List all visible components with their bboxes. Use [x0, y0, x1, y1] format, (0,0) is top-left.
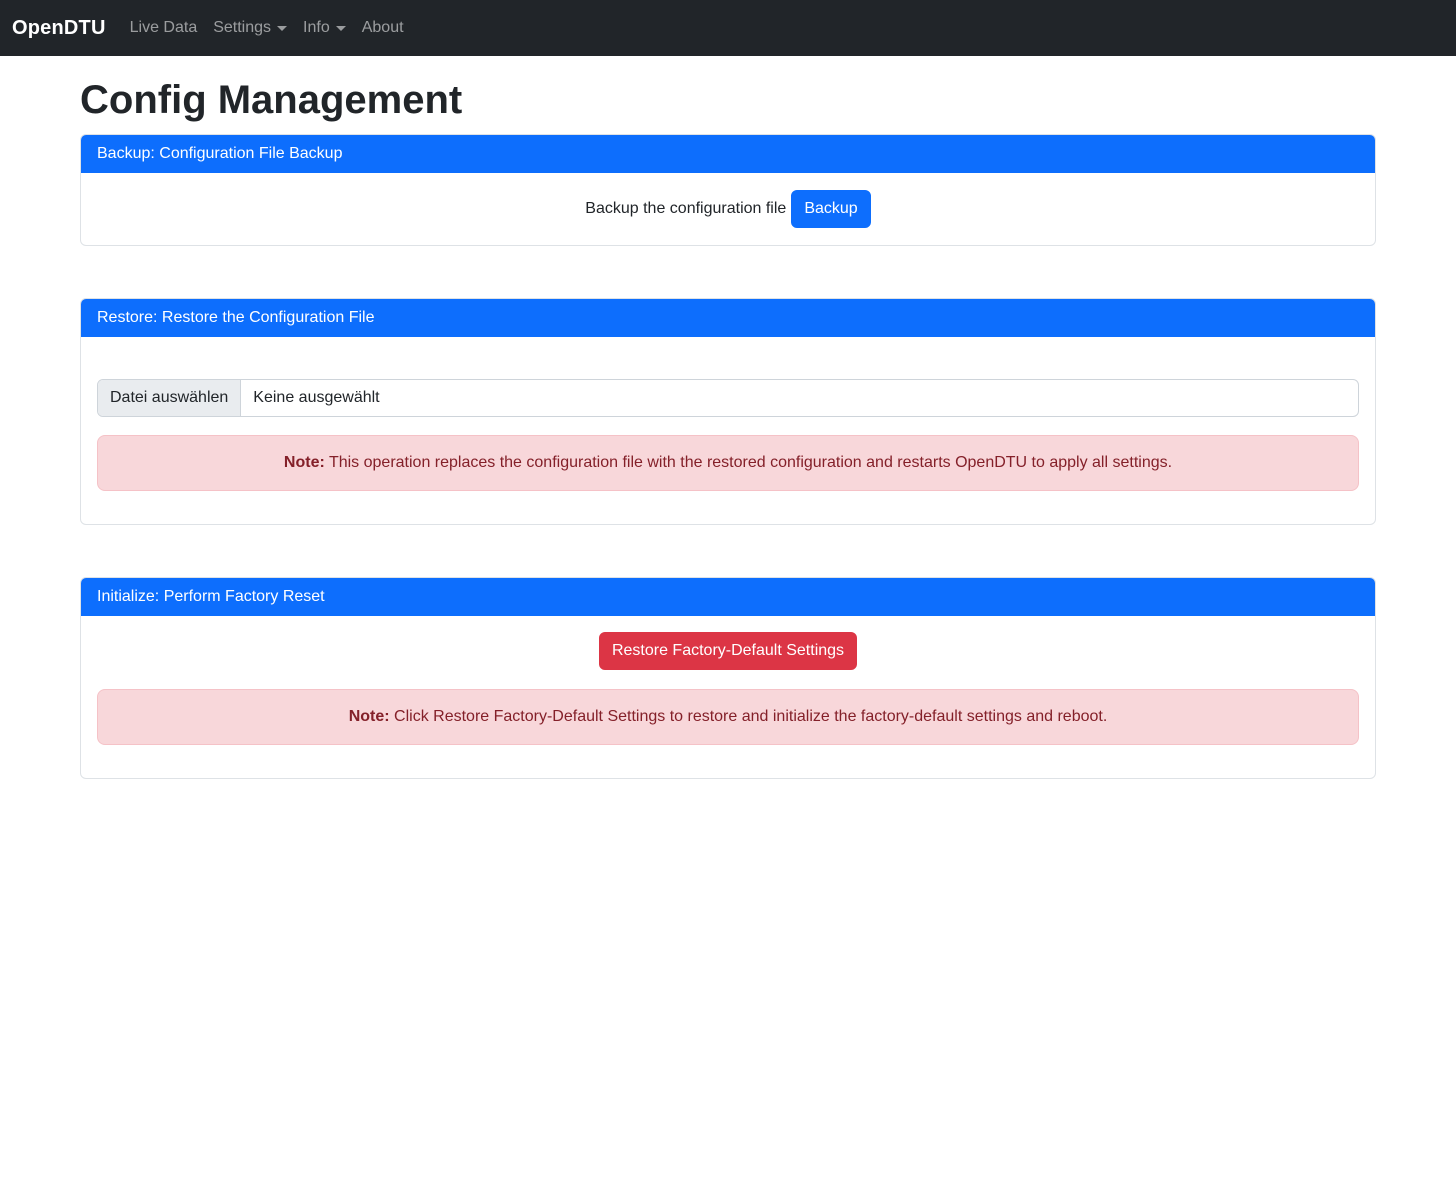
nav-item-label: Settings	[213, 19, 271, 37]
factory-reset-card: Initialize: Perform Factory Reset Restor…	[80, 577, 1376, 779]
restore-file-input[interactable]: Datei auswählen Keine ausgewählt	[97, 379, 1359, 417]
nav-item-label: Live Data	[130, 19, 198, 37]
nav-item-about[interactable]: About	[354, 11, 412, 45]
restore-note-alert: Note: This operation replaces the config…	[97, 435, 1359, 491]
brand-opendtu[interactable]: OpenDTU	[12, 17, 106, 40]
backup-prompt-label: Backup the configuration file	[585, 200, 786, 218]
chevron-down-icon	[277, 26, 287, 31]
note-text: This operation replaces the configuratio…	[329, 454, 1172, 471]
note-text: Click Restore Factory-Default Settings t…	[394, 708, 1107, 725]
nav-item-settings[interactable]: Settings	[205, 11, 295, 45]
file-status-text: Keine ausgewählt	[241, 380, 391, 416]
nav-item-info[interactable]: Info	[295, 11, 354, 45]
nav-item-label: Info	[303, 19, 330, 37]
backup-card-header: Backup: Configuration File Backup	[81, 135, 1375, 173]
navbar-nav: Live Data Settings Info About	[122, 11, 412, 45]
backup-card-body: Backup the configuration file Backup	[81, 173, 1375, 245]
factory-card-body: Restore Factory-Default Settings Note: C…	[81, 616, 1375, 778]
note-label: Note:	[349, 708, 390, 725]
nav-item-live-data[interactable]: Live Data	[122, 11, 206, 45]
nav-item-label: About	[362, 19, 404, 37]
main-container: Config Management Backup: Configuration …	[80, 76, 1376, 779]
page-title: Config Management	[80, 76, 1376, 124]
restore-card: Restore: Restore the Configuration File …	[80, 298, 1376, 525]
factory-note-alert: Note: Click Restore Factory-Default Sett…	[97, 689, 1359, 745]
note-label: Note:	[284, 454, 325, 471]
factory-card-header: Initialize: Perform Factory Reset	[81, 578, 1375, 616]
page: OpenDTU Live Data Settings Info About Co…	[0, 0, 1456, 1200]
chevron-down-icon	[336, 26, 346, 31]
factory-reset-button[interactable]: Restore Factory-Default Settings	[599, 632, 857, 670]
backup-button[interactable]: Backup	[791, 190, 870, 228]
restore-card-body: Datei auswählen Keine ausgewählt Note: T…	[81, 337, 1375, 524]
restore-card-header: Restore: Restore the Configuration File	[81, 299, 1375, 337]
file-choose-button[interactable]: Datei auswählen	[98, 380, 241, 416]
top-navbar: OpenDTU Live Data Settings Info About	[0, 0, 1456, 56]
backup-card: Backup: Configuration File Backup Backup…	[80, 134, 1376, 246]
